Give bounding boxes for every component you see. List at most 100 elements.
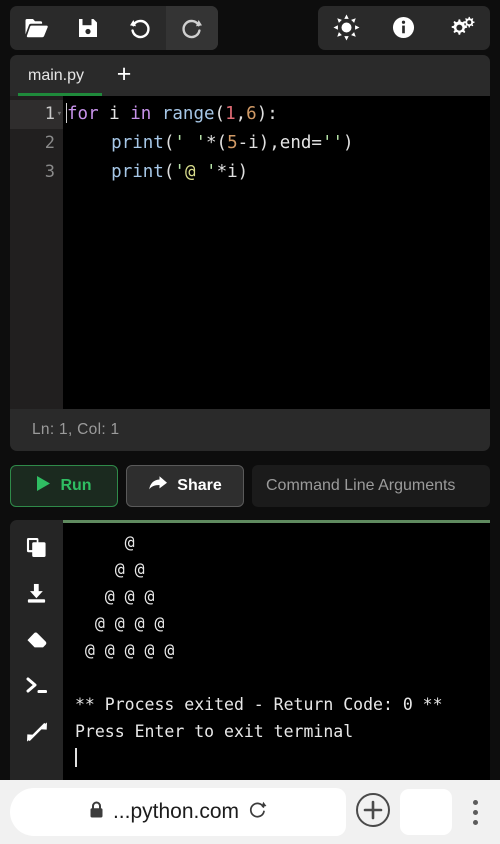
- code-token: (: [163, 162, 175, 182]
- line-number: 1 ▾: [10, 100, 63, 129]
- terminal-cursor-line: [75, 745, 490, 772]
- redo-button[interactable]: [166, 5, 218, 50]
- file-tab-label: main.py: [28, 66, 85, 84]
- browser-bottom-bar: ...python.com: [0, 780, 500, 844]
- lock-icon: [89, 801, 104, 824]
- code-token: range: [161, 104, 215, 124]
- code-text-area[interactable]: for i in range(1,6): print(' '*(5-i),end…: [63, 96, 490, 409]
- code-token: '': [321, 133, 344, 153]
- run-button-label: Run: [60, 477, 92, 494]
- terminal-line: @ @: [75, 560, 145, 579]
- clear-output-button[interactable]: [15, 622, 59, 662]
- code-token: ): [343, 133, 354, 153]
- folder-open-icon: [24, 17, 49, 39]
- redo-icon: [180, 16, 204, 40]
- toolbar-right-group: [318, 5, 490, 50]
- cursor-position-label: Ln: 1, Col: 1: [32, 421, 120, 438]
- code-token: *(: [206, 133, 228, 153]
- code-token: ):: [256, 104, 278, 124]
- terminal-prompt-icon: [25, 675, 49, 702]
- terminal-line: ** Process exited - Return Code: 0 **: [75, 695, 443, 714]
- code-token: (: [163, 133, 175, 153]
- code-token: for: [67, 104, 99, 124]
- tab-switcher-button[interactable]: [400, 789, 452, 835]
- kebab-menu-icon: [472, 799, 478, 805]
- fold-arrow-icon[interactable]: ▾: [57, 100, 62, 129]
- file-tab-bar: main.py +: [10, 55, 490, 96]
- line-number: 3: [44, 162, 55, 182]
- download-output-button[interactable]: [15, 576, 59, 616]
- open-terminal-button[interactable]: [15, 668, 59, 708]
- add-tab-button[interactable]: +: [102, 55, 146, 96]
- browser-menu-button[interactable]: [460, 792, 490, 832]
- code-token: print: [111, 162, 164, 182]
- expand-arrows-icon: [26, 721, 48, 748]
- code-token: ' ': [174, 133, 206, 153]
- code-token: 6: [246, 104, 257, 124]
- code-token: end: [279, 133, 312, 153]
- code-token: 1: [225, 104, 236, 124]
- command-line-arguments-input[interactable]: [252, 465, 490, 507]
- top-toolbar: [0, 0, 500, 55]
- code-token: in: [130, 104, 152, 124]
- eraser-icon: [26, 631, 48, 654]
- output-zone: @ @ @ @ @ @ @ @ @ @ @ @ @ @ @ ** Process …: [10, 520, 490, 780]
- run-button[interactable]: Run: [10, 465, 118, 507]
- code-editor-app: main.py + 1 ▾ 2 3 for i in range(1,6): pr…: [0, 0, 500, 844]
- terminal-line: @ @ @ @: [75, 614, 165, 633]
- code-token: =: [311, 133, 322, 153]
- expand-output-button[interactable]: [15, 714, 59, 754]
- copy-icon: [26, 537, 47, 563]
- code-line: print('@ '*i): [69, 158, 490, 187]
- code-token: (: [214, 104, 226, 124]
- copy-output-button[interactable]: [15, 530, 59, 570]
- terminal-line: @ @ @: [75, 587, 155, 606]
- code-token: @: [184, 162, 196, 182]
- info-button[interactable]: [378, 6, 430, 50]
- url-bar[interactable]: ...python.com: [10, 788, 346, 836]
- plus-circle-icon: [355, 792, 391, 833]
- code-token: ': [174, 162, 185, 182]
- open-file-button[interactable]: [10, 6, 62, 50]
- editor-status-bar: Ln: 1, Col: 1: [10, 409, 490, 451]
- code-token: ,: [235, 104, 247, 124]
- terminal-caret: [75, 748, 77, 767]
- code-editor[interactable]: 1 ▾ 2 3 for i in range(1,6): print(' '*(5…: [10, 96, 490, 409]
- code-token: *i): [216, 162, 249, 182]
- code-token: 5: [227, 133, 238, 153]
- code-token: i: [98, 104, 131, 124]
- terminal-output[interactable]: @ @ @ @ @ @ @ @ @ @ @ @ @ @ @ ** Process …: [63, 520, 490, 780]
- code-token: print: [111, 133, 164, 153]
- code-token: -i),: [237, 133, 280, 153]
- url-text: ...python.com: [112, 800, 240, 823]
- theme-brightness-button[interactable]: [321, 6, 373, 50]
- play-triangle-icon: [36, 475, 51, 497]
- share-button[interactable]: Share: [126, 465, 244, 507]
- undo-button[interactable]: [114, 6, 166, 50]
- file-tab-main-py[interactable]: main.py: [10, 55, 103, 96]
- info-circle-icon: [392, 16, 415, 39]
- code-line: for i in range(1,6):: [66, 100, 490, 129]
- share-arrow-icon: [148, 475, 168, 498]
- terminal-line: @: [75, 533, 135, 552]
- save-disk-icon: [77, 17, 99, 39]
- output-sidebar: [10, 520, 63, 780]
- sun-icon: [333, 14, 360, 41]
- reload-icon[interactable]: [248, 800, 267, 824]
- code-token: ': [195, 162, 217, 182]
- new-tab-button[interactable]: [354, 792, 392, 833]
- line-number-gutter: 1 ▾ 2 3: [10, 96, 63, 409]
- save-file-button[interactable]: [62, 6, 114, 50]
- action-row: Run Share: [10, 459, 490, 513]
- share-button-label: Share: [177, 477, 222, 494]
- download-icon: [26, 583, 47, 609]
- undo-icon: [128, 16, 152, 40]
- toolbar-left-group: [10, 5, 218, 50]
- settings-button[interactable]: [435, 6, 487, 50]
- line-number: 2: [44, 133, 55, 153]
- gears-icon: [448, 15, 475, 40]
